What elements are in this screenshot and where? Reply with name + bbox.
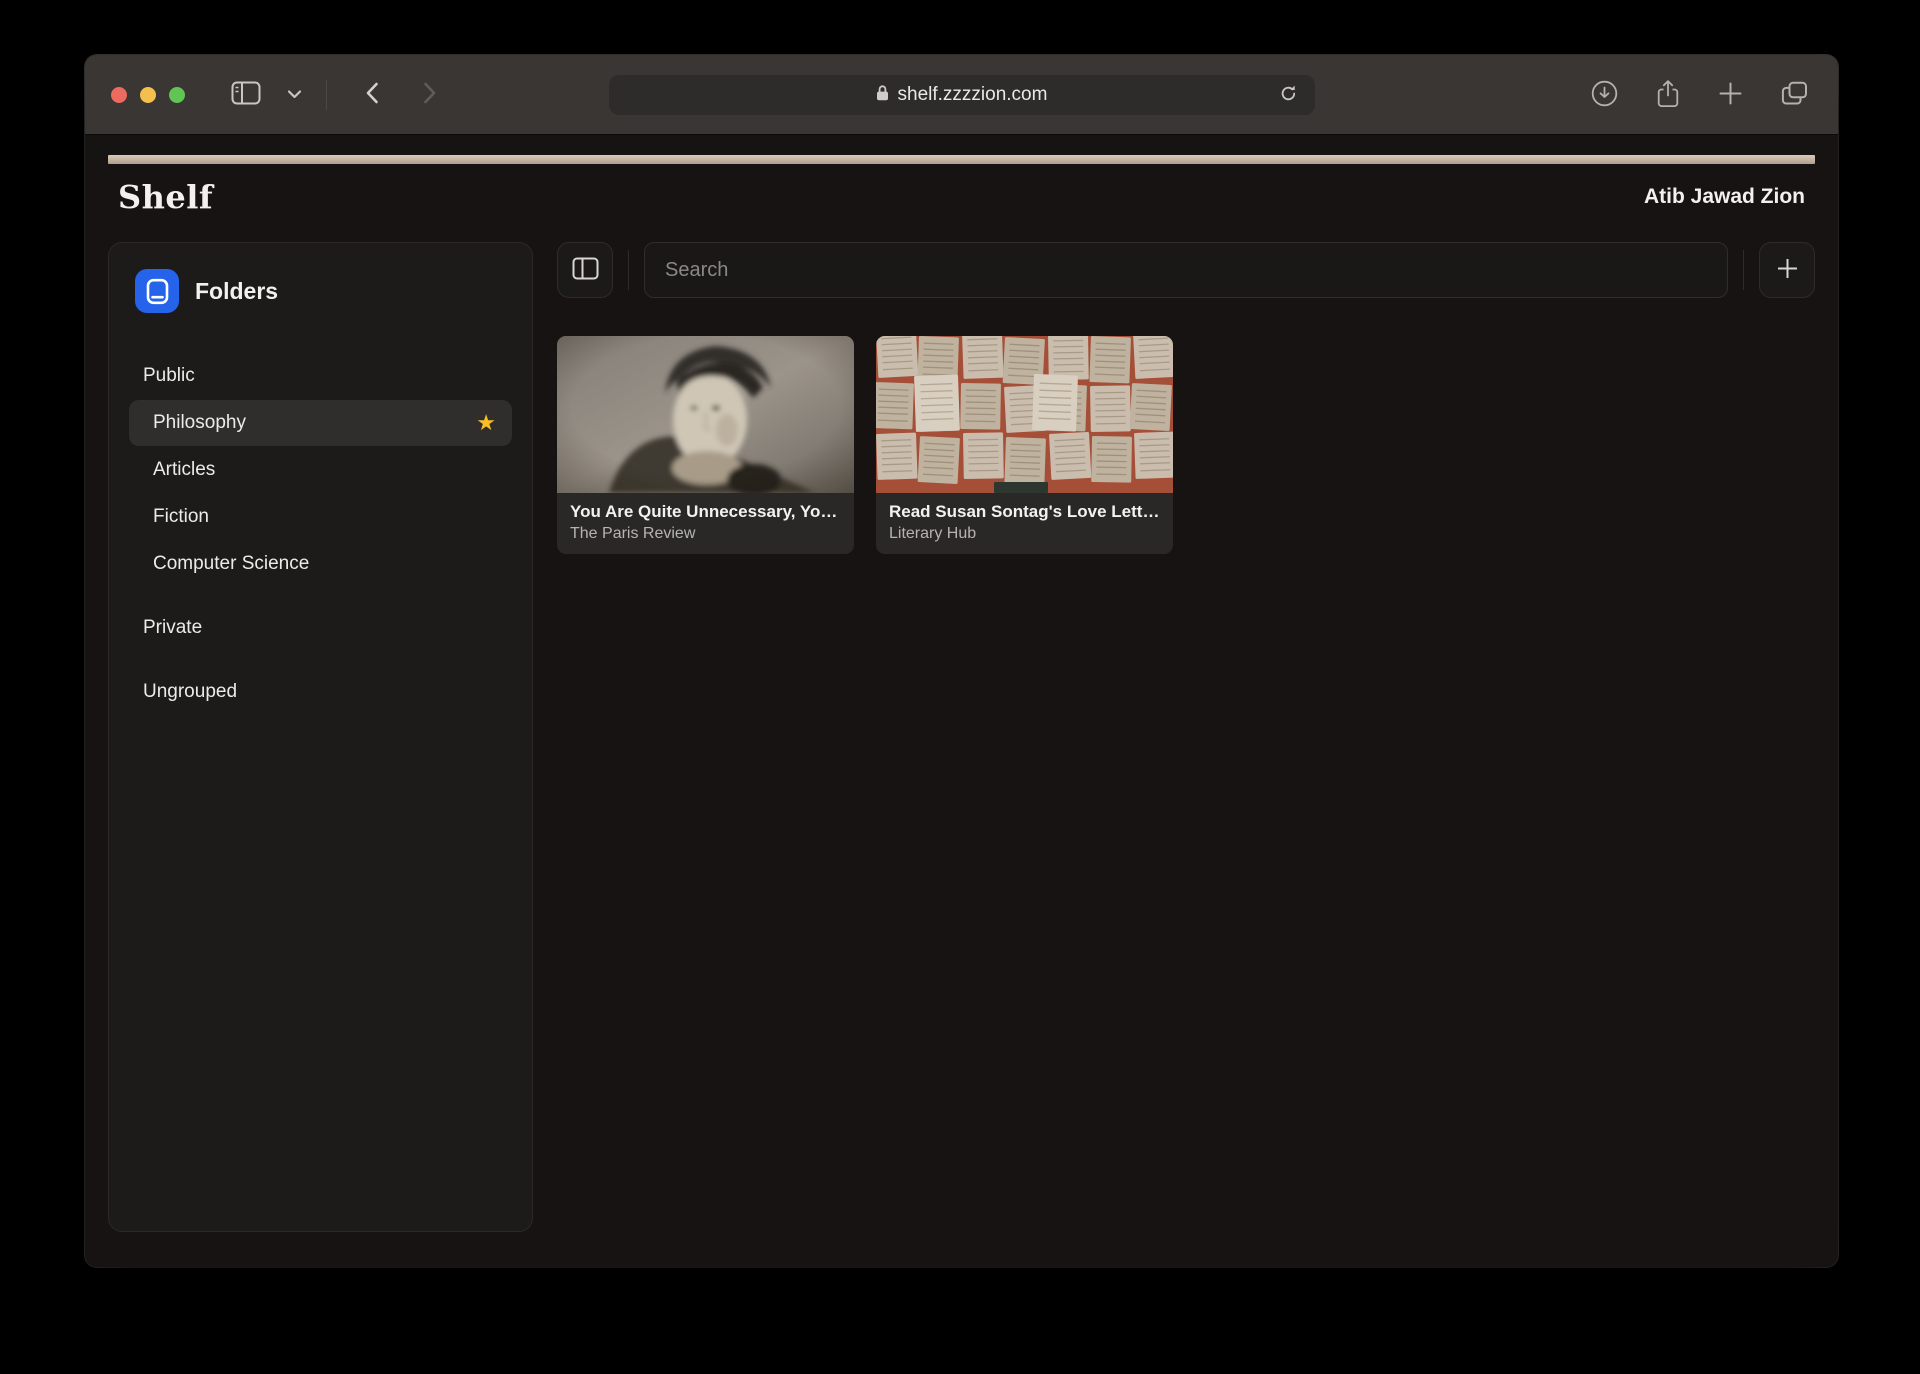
- sidebar-toggle-icon: [572, 257, 599, 283]
- browser-actions: [1587, 75, 1812, 115]
- folder-label: Fiction: [153, 506, 209, 527]
- folders-header: Folders: [129, 269, 512, 313]
- browser-toolbar: shelf.zzzzion.com: [85, 55, 1838, 135]
- reload-button[interactable]: [1275, 80, 1302, 110]
- card-thumbnail-portrait: [557, 336, 854, 493]
- star-icon: ★: [476, 410, 496, 435]
- folder-list: Public Philosophy ★ Articles Fiction Com…: [129, 353, 512, 715]
- sidebar-item-fiction[interactable]: Fiction: [129, 494, 512, 540]
- card-title: You Are Quite Unnecessary, You...: [570, 502, 841, 521]
- sidebar-item-articles[interactable]: Articles: [129, 447, 512, 493]
- site-logo[interactable]: Shelf: [118, 178, 213, 216]
- tabs-icon: [1781, 81, 1808, 109]
- folder-label: Public: [143, 365, 195, 386]
- back-button[interactable]: [361, 78, 383, 111]
- card-source: The Paris Review: [570, 525, 696, 542]
- forward-button[interactable]: [419, 78, 441, 111]
- new-tab-button[interactable]: [1714, 77, 1747, 113]
- sidebar-icon: [231, 81, 261, 108]
- controls-row: [557, 242, 1815, 298]
- folder-label: Philosophy: [153, 412, 246, 433]
- browser-nav-cluster: [227, 77, 441, 112]
- bookmark-card[interactable]: You Are Quite Unnecessary, You... The Pa…: [557, 336, 854, 554]
- tab-overview-button[interactable]: [1777, 77, 1812, 113]
- accent-bar: [108, 155, 1815, 164]
- chevron-left-icon: [365, 82, 379, 107]
- toolbar-divider: [326, 79, 327, 110]
- sidebar-item-philosophy[interactable]: Philosophy ★: [129, 400, 512, 446]
- folders-title: Folders: [195, 277, 279, 304]
- plus-icon: [1775, 256, 1800, 284]
- folders-panel: Folders Public Philosophy ★ Articles Fic…: [108, 242, 533, 1232]
- controls-divider: [1743, 250, 1744, 290]
- plus-icon: [1718, 81, 1743, 109]
- card-caption: Read Susan Sontag's Love Lette... Litera…: [876, 493, 1173, 554]
- user-name[interactable]: Atib Jawad Zion: [1644, 185, 1805, 209]
- add-item-button[interactable]: [1759, 242, 1815, 298]
- card-thumbnail-book-pages: [876, 336, 1173, 493]
- card-caption: You Are Quite Unnecessary, You... The Pa…: [557, 493, 854, 554]
- download-icon: [1591, 80, 1618, 110]
- folder-label: Private: [143, 617, 203, 638]
- sidebar-item-private[interactable]: Private: [129, 605, 512, 651]
- chevron-right-icon: [423, 82, 437, 107]
- reload-icon: [1279, 84, 1298, 106]
- panel-toggle-button[interactable]: [557, 242, 613, 298]
- minimize-window-button[interactable]: [140, 86, 156, 103]
- sidebar-item-computer-science[interactable]: Computer Science: [129, 541, 512, 587]
- safari-sidebar-toggle-button[interactable]: [227, 77, 265, 112]
- card-title: Read Susan Sontag's Love Lette...: [889, 502, 1160, 521]
- share-button[interactable]: [1652, 75, 1684, 115]
- site-header: Shelf Atib Jawad Zion: [108, 178, 1815, 216]
- url-text: shelf.zzzzion.com: [897, 83, 1048, 105]
- browser-window: shelf.zzzzion.com Shelf Atib Jawad Zion …: [85, 55, 1838, 1267]
- zoom-window-button[interactable]: [169, 86, 185, 103]
- card-source: Literary Hub: [889, 525, 977, 542]
- folder-label: Computer Science: [153, 553, 310, 574]
- sidebar-item-public[interactable]: Public: [129, 353, 512, 399]
- address-bar[interactable]: shelf.zzzzion.com: [608, 74, 1315, 115]
- downloads-button[interactable]: [1587, 76, 1622, 114]
- controls-divider: [628, 250, 629, 290]
- folder-label: Ungrouped: [143, 681, 238, 702]
- window-controls: [111, 86, 185, 103]
- folder-label: Articles: [153, 459, 216, 480]
- share-icon: [1656, 79, 1680, 111]
- search-input[interactable]: [644, 242, 1728, 298]
- chevron-down-icon: [287, 87, 302, 102]
- sidebar-item-ungrouped[interactable]: Ungrouped: [129, 669, 512, 715]
- bookmark-card[interactable]: Read Susan Sontag's Love Lette... Litera…: [876, 336, 1173, 554]
- main-content: You Are Quite Unnecessary, You... The Pa…: [557, 242, 1815, 1232]
- book-icon: [135, 269, 179, 313]
- tab-group-chevron-button[interactable]: [283, 83, 306, 106]
- lock-icon: [876, 84, 889, 106]
- bookmarks-grid: You Are Quite Unnecessary, You... The Pa…: [557, 336, 1815, 554]
- shelf-page: Shelf Atib Jawad Zion Folders Public Phi…: [85, 155, 1838, 1267]
- close-window-button[interactable]: [111, 86, 127, 103]
